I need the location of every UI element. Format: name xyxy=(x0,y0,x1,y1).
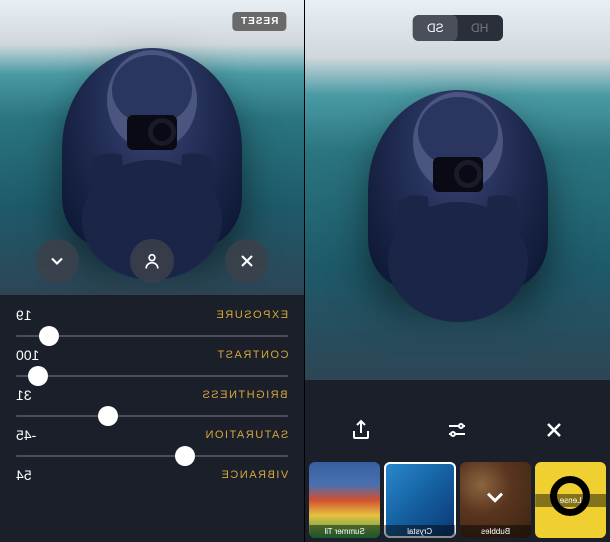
slider-value: 31 xyxy=(16,387,32,403)
slider-value: -45 xyxy=(16,427,36,443)
slider-track[interactable] xyxy=(16,335,288,337)
quality-toggle: SD HD xyxy=(412,15,502,41)
slider-value: 100 xyxy=(16,347,39,363)
close-icon xyxy=(542,418,566,442)
slider-thumb[interactable] xyxy=(98,406,118,426)
slider-value: 19 xyxy=(16,307,32,323)
filter-item-bubbles[interactable]: Bubbles xyxy=(460,462,531,538)
adjust-button[interactable] xyxy=(441,414,473,446)
filter-thumbnails: Lense Bubbles Crystal Summer Til xyxy=(305,462,610,542)
expand-button[interactable] xyxy=(35,239,79,283)
filter-label: Summer Til xyxy=(309,525,380,538)
photo-preview-left: RESET xyxy=(0,0,304,295)
photo-subject xyxy=(358,82,558,322)
close-icon xyxy=(237,251,257,271)
slider-brightness: BRIGHTNESS 31 xyxy=(16,387,288,421)
slider-thumb[interactable] xyxy=(175,446,195,466)
filter-item-lense[interactable]: Lense xyxy=(535,462,606,538)
photo-preview-right: SD HD xyxy=(305,0,610,380)
slider-contrast: CONTRAST 100 xyxy=(16,347,288,381)
filters-bottom-bar: Lense Bubbles Crystal Summer Til xyxy=(305,398,610,542)
filter-label: Crystal xyxy=(384,525,455,538)
chevron-down-icon xyxy=(481,483,509,511)
share-icon xyxy=(349,418,373,442)
slider-track[interactable] xyxy=(16,415,288,417)
portrait-button[interactable] xyxy=(130,239,174,283)
quality-sd-button[interactable]: SD xyxy=(412,15,457,41)
editor-panel-filters: SD HD xyxy=(305,0,610,542)
slider-label: CONTRAST xyxy=(216,349,289,361)
photo-action-row xyxy=(0,239,304,283)
close-adjustments-button[interactable] xyxy=(225,239,269,283)
slider-label: SATURATION xyxy=(204,429,288,441)
action-row xyxy=(305,398,610,462)
chevron-down-icon xyxy=(47,251,67,271)
slider-track[interactable] xyxy=(16,455,288,457)
slider-thumb[interactable] xyxy=(28,366,48,386)
slider-label: BRIGHTNESS xyxy=(201,389,288,401)
adjust-icon xyxy=(445,418,469,442)
reset-button[interactable]: RESET xyxy=(232,12,286,31)
slider-label: EXPOSURE xyxy=(215,309,288,321)
share-button[interactable] xyxy=(345,414,377,446)
slider-vibrance: VIBRANCE 54 xyxy=(16,467,288,483)
quality-hd-button[interactable]: HD xyxy=(457,15,502,41)
slider-thumb[interactable] xyxy=(39,326,59,346)
slider-track[interactable] xyxy=(16,375,288,377)
filter-item-summer[interactable]: Summer Til xyxy=(309,462,380,538)
slider-value: 54 xyxy=(16,467,32,483)
person-icon xyxy=(142,251,162,271)
editor-panel-adjustments: RESET EXPOSURE 19 xyxy=(0,0,305,542)
filter-item-crystal[interactable]: Crystal xyxy=(384,462,455,538)
filter-label: Lense xyxy=(535,494,606,507)
close-filters-button[interactable] xyxy=(538,414,570,446)
slider-exposure: EXPOSURE 19 xyxy=(16,307,288,341)
sliders-container: EXPOSURE 19 CONTRAST 100 BRIGHTNESS 31 S… xyxy=(0,295,304,495)
filter-label: Bubbles xyxy=(460,525,531,538)
slider-saturation: SATURATION -45 xyxy=(16,427,288,461)
slider-label: VIBRANCE xyxy=(220,469,288,481)
